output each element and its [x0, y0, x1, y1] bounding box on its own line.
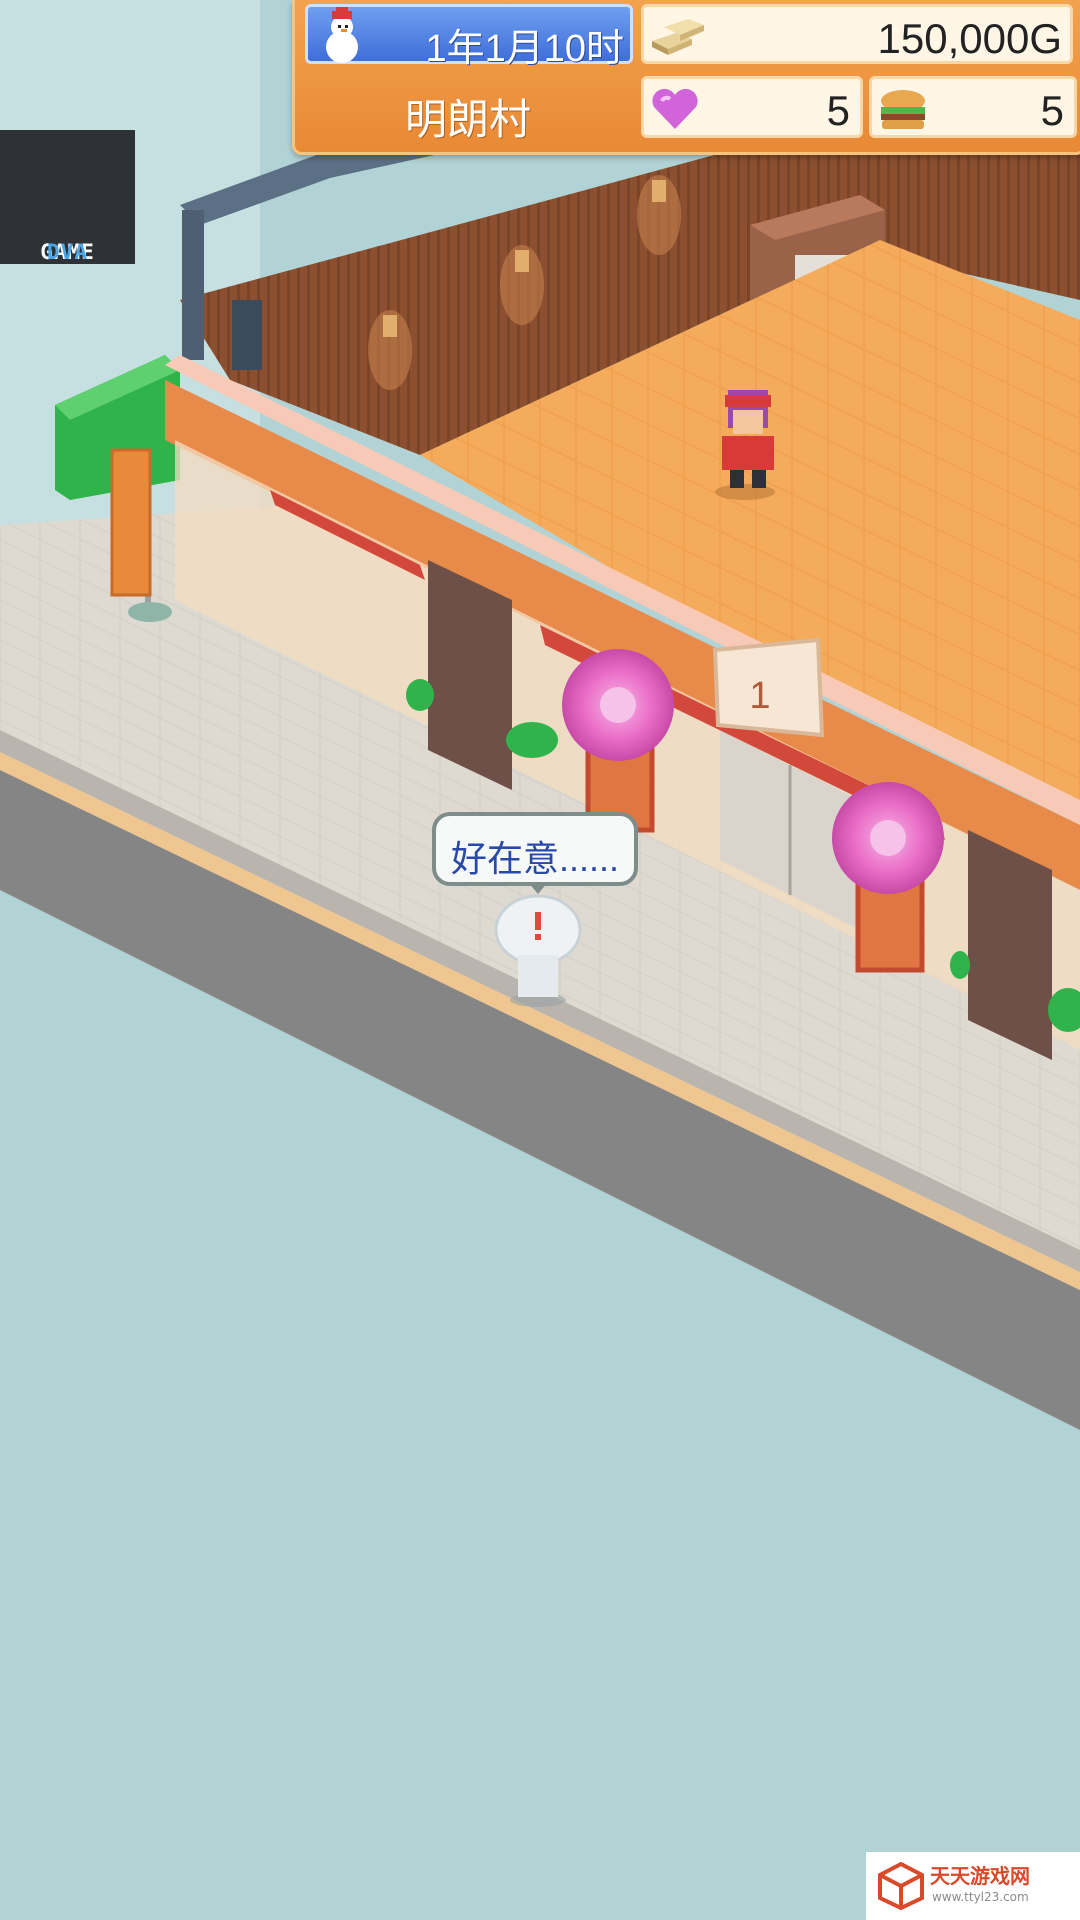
noren-curtain [428, 560, 512, 790]
cube-logo-icon [878, 1862, 924, 1910]
speech-bubble-text: 好在意...... [450, 838, 619, 879]
date-display[interactable]: 1年1月10时 [305, 4, 633, 70]
bush [506, 722, 558, 758]
noren-curtain [968, 830, 1052, 1060]
watermark-site-url: www.ttyl23.com [932, 1890, 1029, 1904]
village-name: 明朗村 [404, 96, 531, 143]
burger-icon [881, 90, 925, 129]
money-display[interactable]: 150,000G [641, 4, 1073, 64]
heart-count: 5 [826, 87, 850, 134]
hud-panel: 1年1月10时 150,000G 明朗村 5 5 [292, 0, 1080, 155]
money-text: 150,000G [877, 15, 1063, 62]
gold-bars-icon [652, 19, 704, 55]
date-text: 1年1月10时 [425, 28, 624, 70]
watermark-gamedva-b: DVA [47, 240, 88, 264]
food-display[interactable]: 5 [869, 76, 1077, 138]
heart-display[interactable]: 5 [641, 76, 863, 138]
watermark-gamedva: GAME DVA [0, 130, 135, 264]
shop-sign-number: 1 [749, 675, 770, 717]
speech-bubble-tail [528, 882, 548, 894]
game-scene[interactable]: 1 [0, 0, 1080, 1920]
heart-icon [652, 88, 698, 129]
snowman-icon [326, 7, 358, 63]
food-count: 5 [1040, 87, 1064, 134]
watermark-site-title: 天天游戏网 [930, 1864, 1030, 1888]
speech-bubble[interactable]: 好在意...... [432, 812, 638, 886]
banner-flag[interactable] [110, 448, 152, 597]
watermark-site-logo: 天天游戏网 www.ttyl23.com [866, 1852, 1080, 1920]
exclamation-icon [535, 912, 541, 930]
